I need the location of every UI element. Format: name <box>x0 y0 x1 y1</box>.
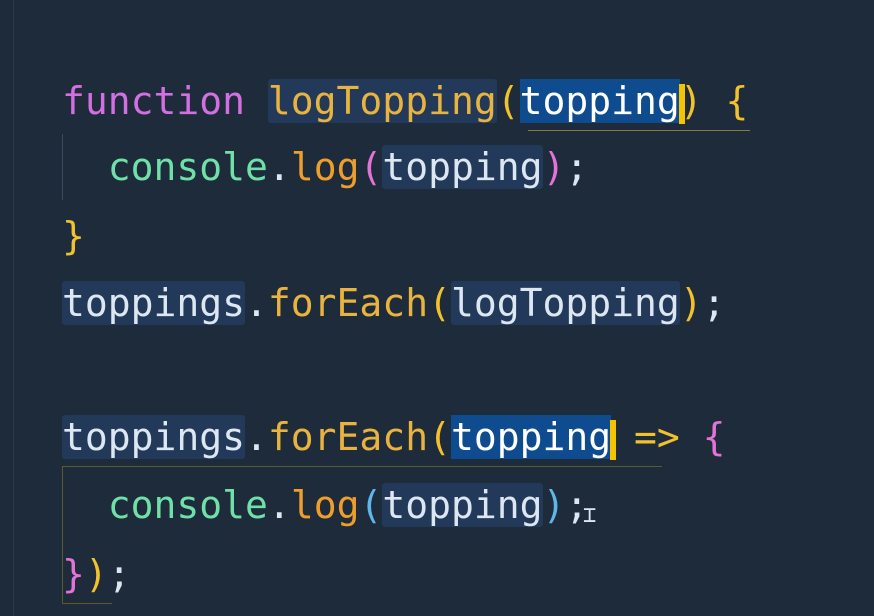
text-cursor <box>610 419 617 460</box>
semicolon: ; <box>702 281 726 325</box>
console-object: console <box>107 145 268 189</box>
dot: . <box>267 145 291 189</box>
open-paren: ( <box>496 79 520 123</box>
code-line-3[interactable]: } <box>62 203 85 269</box>
close-paren: ) <box>679 79 703 123</box>
open-paren: ( <box>359 483 383 527</box>
arrow-operator: => <box>634 415 680 459</box>
code-area[interactable]: function logTopping(topping) { console.l… <box>62 0 862 616</box>
close-brace: } <box>62 552 85 596</box>
code-line-1[interactable]: function logTopping(topping) { <box>62 68 748 134</box>
console-object: console <box>107 483 268 527</box>
dot: . <box>245 281 268 325</box>
open-brace: { <box>702 415 726 459</box>
argument[interactable]: topping <box>382 145 543 189</box>
code-line-6[interactable]: toppings.forEach(topping => { <box>62 404 726 470</box>
forEach-method: forEach <box>267 415 429 459</box>
semicolon: ; <box>565 145 589 189</box>
i-beam-cursor-icon: ⌶ <box>583 503 597 528</box>
open-paren: ( <box>428 415 451 459</box>
code-line-8[interactable]: }); <box>62 541 131 607</box>
close-paren: ) <box>84 552 108 596</box>
close-paren: ) <box>542 483 566 527</box>
semicolon: ; <box>107 552 131 596</box>
selected-param[interactable]: topping <box>519 79 680 123</box>
log-method: log <box>290 483 360 527</box>
close-brace: } <box>62 214 85 258</box>
selected-param[interactable]: topping <box>450 415 612 459</box>
dot: . <box>267 483 291 527</box>
code-line-2[interactable]: console.log(topping); <box>62 134 588 200</box>
open-paren: ( <box>359 145 383 189</box>
open-paren: ( <box>428 281 451 325</box>
code-line-7[interactable]: console.log(topping); <box>62 472 588 538</box>
close-paren: ) <box>542 145 566 189</box>
gutter-divider <box>13 0 14 616</box>
forEach-method: forEach <box>267 281 429 325</box>
toppings-identifier[interactable]: toppings <box>62 415 246 459</box>
code-editor[interactable]: function logTopping(topping) { console.l… <box>0 0 874 616</box>
toppings-identifier[interactable]: toppings <box>62 281 246 325</box>
open-brace: { <box>725 79 749 123</box>
argument[interactable]: topping <box>382 483 543 527</box>
callback-reference[interactable]: logTopping <box>450 281 680 325</box>
code-line-4[interactable]: toppings.forEach(logTopping); <box>62 270 726 336</box>
function-name[interactable]: logTopping <box>267 79 497 123</box>
log-method: log <box>290 145 360 189</box>
dot: . <box>245 415 268 459</box>
close-paren: ) <box>679 281 703 325</box>
keyword-function: function <box>62 79 246 123</box>
